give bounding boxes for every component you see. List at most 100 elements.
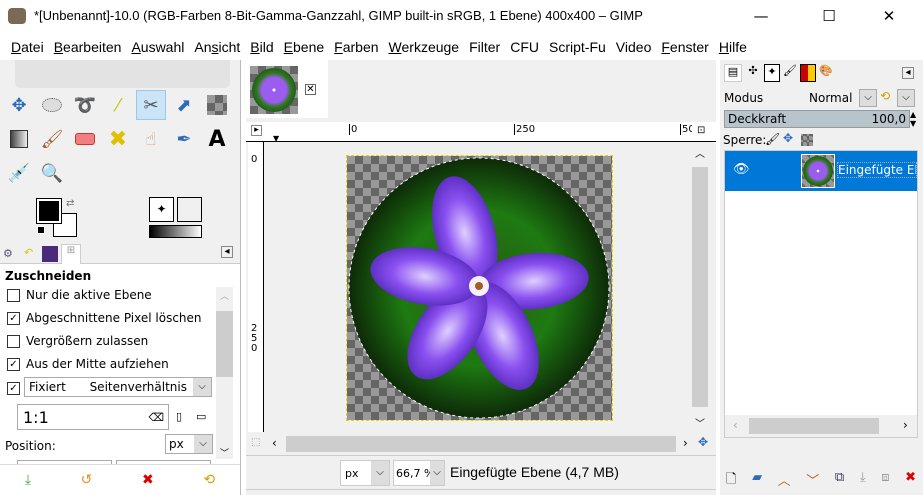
menu-bild[interactable]: Bild bbox=[245, 36, 278, 60]
scroll-thumb[interactable] bbox=[286, 436, 676, 452]
tool-options-tab[interactable]: ⊞ bbox=[61, 244, 81, 265]
raise-layer-icon[interactable]: ︿ bbox=[778, 470, 791, 492]
device-status-tab[interactable]: ⚙ bbox=[3, 247, 13, 260]
layers-hscrollbar[interactable]: ‹ › bbox=[725, 415, 917, 437]
undo-history-tab[interactable]: ↶ bbox=[24, 246, 33, 259]
palettes-tab-icon[interactable]: 🎨 bbox=[818, 64, 834, 82]
lock-position-icon[interactable]: ✥ bbox=[783, 131, 793, 145]
layer-name[interactable]: Eingefügte Ebene bbox=[837, 162, 917, 178]
menu-fenster[interactable]: Fenster bbox=[656, 36, 713, 60]
layer-row[interactable]: 👁 Eingefügte Ebene bbox=[725, 151, 917, 191]
menu-werkzeuge[interactable]: Werkzeuge bbox=[384, 36, 465, 60]
maximize-button[interactable]: ☐ bbox=[806, 0, 852, 32]
restore-options-icon[interactable]: ↺ bbox=[81, 472, 93, 488]
mode-group-chevron-icon[interactable]: ⌵ bbox=[897, 89, 915, 107]
menu-video[interactable]: Video bbox=[611, 36, 657, 60]
fixed-mode-dropdown[interactable]: Fixiert Seitenverhältnis ⌵ bbox=[24, 377, 212, 397]
option-checkbox[interactable]: Vergrößern zulassen bbox=[7, 334, 148, 348]
foreground-color-swatch[interactable] bbox=[36, 198, 62, 224]
landscape-icon[interactable]: ▭ bbox=[196, 410, 206, 423]
paintbrush-tool-icon[interactable]: 🖌 bbox=[37, 124, 67, 154]
mode-dropdown-chevron-icon[interactable]: ⌵ bbox=[859, 89, 877, 107]
checkbox[interactable] bbox=[7, 289, 20, 302]
ratio-input[interactable]: 1:1 ⌫ bbox=[17, 404, 169, 430]
delete-options-icon[interactable]: ✖ bbox=[142, 472, 154, 488]
menu-ansicht[interactable]: Ansicht bbox=[189, 36, 245, 60]
position-unit-dropdown[interactable]: px ⌵ bbox=[165, 434, 213, 454]
default-colors-icon[interactable] bbox=[37, 226, 45, 234]
close-tab-icon[interactable]: ✕ bbox=[305, 84, 316, 95]
heal-tool-icon[interactable]: ✖ bbox=[103, 124, 133, 154]
anchor-layer-icon[interactable]: ⤓ bbox=[860, 470, 866, 492]
vertical-scrollbar[interactable]: ︿ ﹀ bbox=[690, 143, 710, 432]
scroll-right-icon[interactable]: › bbox=[683, 436, 688, 450]
zoom-dropdown[interactable]: 66,7 % ⌵ bbox=[393, 460, 445, 486]
pattern-preview[interactable] bbox=[177, 197, 202, 222]
menu-datei[interactable]: Datei bbox=[6, 36, 49, 60]
ellipse-select-tool-icon[interactable] bbox=[37, 90, 67, 120]
mode-value[interactable]: Normal bbox=[809, 91, 852, 105]
text-tool-icon[interactable]: A bbox=[202, 124, 232, 154]
swap-colors-icon[interactable]: ⇄ bbox=[66, 198, 74, 209]
lock-alpha-icon[interactable] bbox=[801, 134, 813, 146]
menu-ebene[interactable]: Ebene bbox=[279, 36, 330, 60]
option-checkbox[interactable]: ✓ Abgeschnittene Pixel löschen bbox=[7, 311, 202, 325]
color-picker-tool-icon[interactable]: 💉 bbox=[4, 158, 34, 188]
zoom-to-fit-icon[interactable]: ⊡ bbox=[697, 125, 705, 136]
save-options-icon[interactable]: ⤓ bbox=[25, 472, 31, 488]
opacity-slider[interactable]: Deckkraft 100,0 bbox=[724, 110, 910, 128]
checkbox[interactable] bbox=[7, 335, 20, 348]
opacity-spinner[interactable]: ▲ ▼ bbox=[910, 110, 916, 128]
scroll-left-icon[interactable]: ‹ bbox=[272, 436, 277, 450]
fixed-checkbox[interactable]: ✓ bbox=[7, 381, 26, 395]
reset-options-icon[interactable]: ⟲ bbox=[203, 472, 215, 488]
duplicate-layer-icon[interactable]: ⧉ bbox=[835, 470, 844, 492]
lasso-tool-icon[interactable]: ➰ bbox=[70, 90, 100, 120]
menu-cfu[interactable]: CFU bbox=[505, 36, 544, 60]
paths-tab-icon[interactable]: ✣ bbox=[744, 64, 762, 82]
menu-farben[interactable]: Farben bbox=[329, 36, 383, 60]
fuzzy-select-tool-icon[interactable]: ⁄ bbox=[103, 90, 133, 120]
checkbox[interactable]: ✓ bbox=[7, 312, 20, 325]
panel-menu-icon[interactable]: ◂ bbox=[221, 246, 233, 258]
menu-hilfe[interactable]: Hilfe bbox=[714, 36, 752, 60]
lower-layer-icon[interactable]: ﹀ bbox=[806, 470, 819, 492]
panel-menu-icon[interactable]: ◂ bbox=[902, 67, 914, 79]
menu-auswahl[interactable]: Auswahl bbox=[126, 36, 189, 60]
switch-mode-icon[interactable]: ⟲ bbox=[880, 89, 890, 103]
paths-tool-icon[interactable]: ✒ bbox=[169, 124, 199, 154]
unit-dropdown[interactable]: px ⌵ bbox=[340, 460, 390, 486]
eye-icon[interactable]: 👁 bbox=[733, 162, 750, 177]
portrait-icon[interactable]: ▯ bbox=[176, 410, 182, 423]
menu-filter[interactable]: Filter bbox=[464, 36, 505, 60]
eraser-tool-icon[interactable] bbox=[70, 124, 100, 154]
delete-layer-icon[interactable]: ✖ bbox=[905, 470, 916, 492]
close-button[interactable]: ✕ bbox=[866, 0, 912, 32]
horizontal-scrollbar[interactable]: ⬚ ‹ › ✥ bbox=[246, 434, 716, 454]
warp-transform-tool-icon[interactable] bbox=[202, 90, 232, 120]
minimize-button[interactable]: — bbox=[738, 0, 784, 32]
brush-preview-icon[interactable]: ✦ bbox=[149, 197, 174, 222]
transform-tool-icon[interactable]: ⬈ bbox=[169, 90, 199, 120]
checkbox[interactable]: ✓ bbox=[7, 358, 20, 371]
option-checkbox[interactable]: Nur die aktive Ebene bbox=[7, 288, 152, 302]
zoom-tool-icon[interactable]: 🔍 bbox=[37, 158, 67, 188]
image-canvas[interactable] bbox=[346, 155, 613, 421]
image-tab[interactable]: ✕ bbox=[246, 60, 328, 118]
merge-layer-icon[interactable]: ⧈ bbox=[881, 470, 889, 492]
clear-icon[interactable]: ⌫ bbox=[148, 411, 164, 424]
smudge-tool-icon[interactable]: ☝ bbox=[136, 124, 166, 154]
lock-pixels-icon[interactable]: 🖌 bbox=[765, 132, 780, 146]
layers-tab-icon[interactable]: ▤ bbox=[724, 64, 742, 82]
options-scrollbar[interactable]: ︿ ﹀ bbox=[216, 287, 233, 459]
new-layer-icon[interactable]: 🗋 bbox=[726, 470, 736, 492]
crop-tool-icon[interactable]: ✂ bbox=[136, 90, 166, 120]
quick-mask-menu-icon[interactable]: ▸ bbox=[251, 125, 262, 136]
canvas-area[interactable] bbox=[265, 143, 689, 432]
navigate-icon[interactable]: ✥ bbox=[698, 435, 708, 449]
menu-script-fu[interactable]: Script-Fu bbox=[544, 36, 611, 60]
gradient-preview[interactable] bbox=[149, 225, 202, 238]
new-layer-group-icon[interactable]: ▰ bbox=[752, 470, 762, 492]
menu-bearbeiten[interactable]: Bearbeiten bbox=[49, 36, 127, 60]
move-tool-icon[interactable]: ✥ bbox=[4, 90, 34, 120]
